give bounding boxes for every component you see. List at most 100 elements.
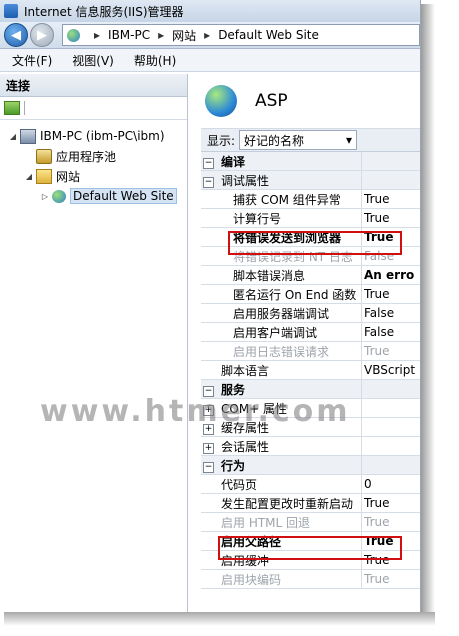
property-value: False bbox=[361, 303, 420, 323]
property-name: 行为 bbox=[219, 455, 362, 475]
property-value-text[interactable]: True bbox=[364, 211, 390, 225]
display-select-value: 好记的名称 bbox=[244, 133, 305, 148]
tree-node[interactable]: ◢ IBM-PC (ibm-PC\ibm) bbox=[0, 126, 187, 146]
row-gutter bbox=[201, 569, 219, 589]
highlight-box bbox=[228, 231, 402, 255]
chevron-down-icon: ▾ bbox=[346, 133, 353, 147]
property-value-text[interactable]: False bbox=[364, 325, 394, 339]
property-value-text[interactable]: True bbox=[364, 287, 390, 301]
row-gutter bbox=[201, 208, 219, 228]
create-connection-icon[interactable] bbox=[4, 101, 20, 115]
property-value-text[interactable]: True bbox=[364, 515, 390, 529]
tree-node[interactable]: ▷ Default Web Site bbox=[0, 186, 187, 206]
collapse-minus-icon[interactable]: − bbox=[203, 461, 214, 473]
property-name: 计算行号 bbox=[219, 208, 362, 228]
menu-view[interactable]: 视图(V) bbox=[72, 52, 114, 69]
expand-plus-icon[interactable]: + bbox=[203, 442, 214, 454]
property-name: 捕获 COM 组件异常 bbox=[219, 189, 362, 209]
property-row[interactable]: 启用 HTML 回退 True bbox=[201, 512, 420, 532]
row-gutter bbox=[201, 512, 219, 532]
category-label: 编译 bbox=[221, 154, 246, 169]
property-value-text[interactable]: True bbox=[364, 572, 390, 586]
property-name: 启用日志错误请求 bbox=[219, 341, 362, 361]
property-row[interactable]: 启用客户端调试 False bbox=[201, 322, 420, 342]
property-value-text[interactable]: 0 bbox=[364, 477, 372, 491]
display-row: 显示: 好记的名称 ▾ bbox=[201, 128, 420, 152]
expand-icon[interactable]: ▷ bbox=[40, 192, 50, 201]
property-value-text[interactable]: True bbox=[364, 496, 390, 510]
back-button[interactable]: ◀ bbox=[4, 23, 28, 47]
category-label: 调试属性 bbox=[221, 173, 270, 188]
row-gutter bbox=[201, 322, 219, 342]
property-value: True bbox=[361, 512, 420, 532]
property-row[interactable]: 启用服务器端调试 False bbox=[201, 303, 420, 323]
property-name: 发生配置更改时重新启动 bbox=[219, 493, 362, 513]
row-gutter bbox=[201, 360, 219, 380]
row-gutter: − bbox=[201, 152, 219, 171]
property-row[interactable]: + 会话属性 bbox=[201, 436, 420, 456]
globe-icon bbox=[52, 189, 66, 203]
property-value: False bbox=[361, 322, 420, 342]
row-gutter bbox=[201, 284, 219, 304]
property-value: VBScript bbox=[361, 360, 420, 380]
iis-app-icon bbox=[4, 4, 18, 18]
property-row[interactable]: 启用日志错误请求 True bbox=[201, 341, 420, 361]
expanded-icon[interactable]: ◢ bbox=[8, 132, 18, 141]
property-row[interactable]: 代码页 0 bbox=[201, 474, 420, 494]
display-label: 显示: bbox=[207, 133, 236, 148]
breadcrumb-item[interactable]: 网站 bbox=[172, 27, 196, 44]
menu-file[interactable]: 文件(F) bbox=[12, 52, 52, 69]
property-row[interactable]: 发生配置更改时重新启动 True bbox=[201, 493, 420, 513]
property-value bbox=[361, 436, 420, 456]
breadcrumb-item[interactable]: Default Web Site bbox=[218, 28, 319, 42]
property-name: 脚本错误消息 bbox=[219, 265, 362, 285]
breadcrumb[interactable]: ▸ IBM-PC ▸ 网站 ▸ Default Web Site bbox=[62, 24, 420, 46]
property-label: 代码页 bbox=[221, 477, 258, 492]
property-row[interactable]: − 行为 bbox=[201, 455, 420, 475]
page-title: ASP bbox=[255, 91, 288, 111]
row-gutter bbox=[201, 227, 219, 247]
property-row[interactable]: 脚本语言 VBScript bbox=[201, 360, 420, 380]
property-row[interactable]: 匿名运行 On End 函数 True bbox=[201, 284, 420, 304]
property-value-text[interactable]: True bbox=[364, 192, 390, 206]
property-row[interactable]: 捕获 COM 组件异常 True bbox=[201, 189, 420, 209]
property-name: 启用客户端调试 bbox=[219, 322, 362, 342]
property-name: 编译 bbox=[219, 152, 362, 171]
computer-icon bbox=[20, 128, 36, 144]
property-value: An erro bbox=[361, 265, 420, 285]
connections-header: 连接 bbox=[0, 74, 187, 97]
collapse-minus-icon[interactable]: − bbox=[203, 157, 214, 169]
connections-pane: 连接 ◢ IBM-PC (ibm-PC\ibm) 应用程序池 ◢ 网站 ▷ Default … bbox=[0, 74, 188, 612]
property-value: True bbox=[361, 284, 420, 304]
property-label: 计算行号 bbox=[233, 211, 282, 226]
breadcrumb-item[interactable]: IBM-PC bbox=[108, 28, 150, 42]
expanded-icon[interactable]: ◢ bbox=[24, 172, 34, 181]
property-value-text[interactable]: VBScript bbox=[364, 363, 415, 377]
property-row[interactable]: 脚本错误消息 An erro bbox=[201, 265, 420, 285]
tree-node[interactable]: 应用程序池 bbox=[0, 146, 187, 166]
property-value-text[interactable]: False bbox=[364, 306, 394, 320]
menu-help[interactable]: 帮助(H) bbox=[134, 52, 176, 69]
property-value bbox=[361, 455, 420, 475]
property-value-text[interactable]: An erro bbox=[364, 268, 414, 282]
display-select[interactable]: 好记的名称 ▾ bbox=[239, 130, 358, 150]
property-row[interactable]: 计算行号 True bbox=[201, 208, 420, 228]
collapse-minus-icon[interactable]: − bbox=[203, 176, 214, 188]
property-label: 启用客户端调试 bbox=[233, 325, 318, 340]
window-shadow bbox=[4, 612, 435, 626]
property-label: 启用块编码 bbox=[221, 572, 282, 587]
row-gutter bbox=[201, 246, 219, 266]
property-value: True bbox=[361, 189, 420, 209]
property-label: 启用日志错误请求 bbox=[233, 344, 330, 359]
tree-node[interactable]: ◢ 网站 bbox=[0, 166, 187, 186]
property-row[interactable]: − 调试属性 bbox=[201, 170, 420, 190]
forward-button[interactable]: ▶ bbox=[30, 23, 54, 47]
property-row[interactable]: 启用块编码 True bbox=[201, 569, 420, 589]
row-gutter bbox=[201, 189, 219, 209]
property-row[interactable]: − 编译 bbox=[201, 152, 420, 171]
property-value-text[interactable]: True bbox=[364, 344, 390, 358]
feature-header: ASP bbox=[201, 74, 420, 128]
globe-icon bbox=[67, 28, 80, 42]
property-label: 脚本语言 bbox=[221, 363, 270, 378]
row-gutter: + bbox=[201, 436, 219, 456]
